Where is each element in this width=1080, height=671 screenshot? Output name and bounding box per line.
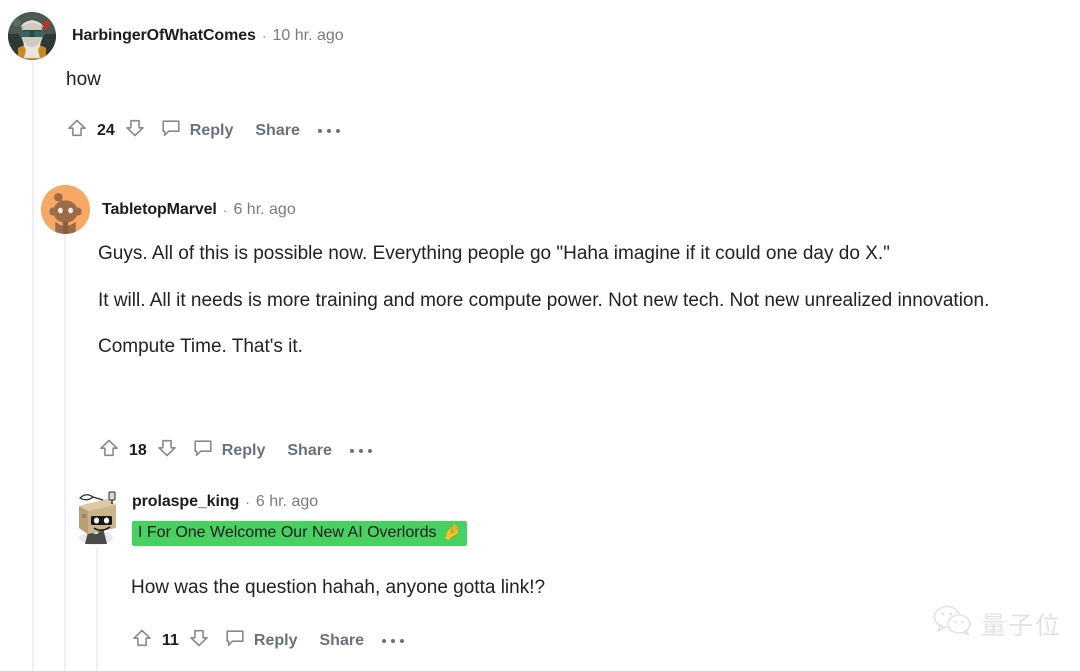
comment-2-body: Guys. All of this is possible now. Every… xyxy=(98,240,1076,361)
thread-line-depth-1[interactable] xyxy=(32,60,34,671)
comment-2-username[interactable]: TabletopMarvel xyxy=(102,201,217,219)
thread-line-depth-2[interactable] xyxy=(64,234,66,671)
comment-2-paragraph-1: Guys. All of this is possible now. Every… xyxy=(98,243,890,264)
wechat-icon xyxy=(933,604,973,643)
downvote-arrow[interactable] xyxy=(188,627,210,654)
comment-3-reply-button[interactable]: Reply xyxy=(254,632,298,650)
comment-1-actions: 24 Reply Share xyxy=(66,117,340,144)
comment-3-paragraph-1: How was the question hahah, anyone gotta… xyxy=(131,577,546,598)
comment-2-paragraph-3: Compute Time. That's it. xyxy=(98,336,303,358)
comment-1-score: 24 xyxy=(97,121,115,139)
upvote-arrow[interactable] xyxy=(131,627,153,654)
comment-1-separator: · xyxy=(261,28,267,44)
comment-3-body: How was the question hahah, anyone gotta… xyxy=(131,574,1031,602)
comment-1-header: HarbingerOfWhatComes · 10 hr. ago xyxy=(8,12,344,60)
comment-3-timestamp: 6 hr. ago xyxy=(255,493,319,510)
comment-1-paragraph-1: how xyxy=(66,69,101,90)
comment-2-score: 18 xyxy=(129,441,147,459)
comment-1-reply-button[interactable]: Reply xyxy=(190,122,234,140)
user-flair-badge[interactable]: I For One Welcome Our New AI Overlords 🤌 xyxy=(132,521,468,546)
comment-bubble-icon[interactable] xyxy=(192,437,214,464)
avatar-harbingerofwhatcomes[interactable] xyxy=(8,12,56,60)
avatar-prolaspe-king[interactable] xyxy=(70,490,122,546)
comment-1-share-button[interactable]: Share xyxy=(255,122,299,140)
downvote-arrow[interactable] xyxy=(124,117,146,144)
pinched-fingers-emoji-icon: 🤌 xyxy=(442,524,462,542)
comment-3-more-options-icon[interactable] xyxy=(381,638,404,643)
comment-2-actions: 18 Reply Share xyxy=(98,437,372,464)
comment-2-share-button[interactable]: Share xyxy=(287,442,331,460)
watermark: 量子位 xyxy=(933,604,1062,643)
comment-3-actions: 11 Reply Share xyxy=(131,627,404,654)
comment-bubble-icon[interactable] xyxy=(224,627,246,654)
comment-3-header: prolaspe_king · 6 hr. ago I For One Welc… xyxy=(70,490,468,546)
comment-1-body: how xyxy=(66,66,1056,94)
comment-3-username[interactable]: prolaspe_king xyxy=(132,493,239,511)
comment-1-username[interactable]: HarbingerOfWhatComes xyxy=(72,27,256,45)
watermark-text: 量子位 xyxy=(980,610,1062,640)
comment-2-header: TabletopMarvel · 6 hr. ago xyxy=(41,185,296,234)
comment-bubble-icon[interactable] xyxy=(160,117,182,144)
comment-1-more-options-icon[interactable] xyxy=(317,128,340,133)
thread-line-depth-3[interactable] xyxy=(96,548,98,671)
comment-3-score: 11 xyxy=(162,631,179,649)
comment-2-separator: · xyxy=(222,201,228,218)
comment-2-more-options-icon[interactable] xyxy=(349,448,372,453)
comment-3-separator: · xyxy=(245,494,250,510)
upvote-arrow[interactable] xyxy=(98,437,120,464)
downvote-arrow[interactable] xyxy=(156,437,178,464)
comment-3-share-button[interactable]: Share xyxy=(320,632,364,650)
upvote-arrow[interactable] xyxy=(66,117,88,144)
comment-2-timestamp: 6 hr. ago xyxy=(233,200,296,218)
user-flair-text: I For One Welcome Our New AI Overlords xyxy=(138,524,437,541)
comment-2-paragraph-2: It will. All it needs is more training a… xyxy=(98,289,990,311)
comment-2-reply-button[interactable]: Reply xyxy=(222,442,266,460)
comment-1-timestamp: 10 hr. ago xyxy=(272,27,344,44)
avatar-tabletopmarvel[interactable] xyxy=(41,185,90,234)
